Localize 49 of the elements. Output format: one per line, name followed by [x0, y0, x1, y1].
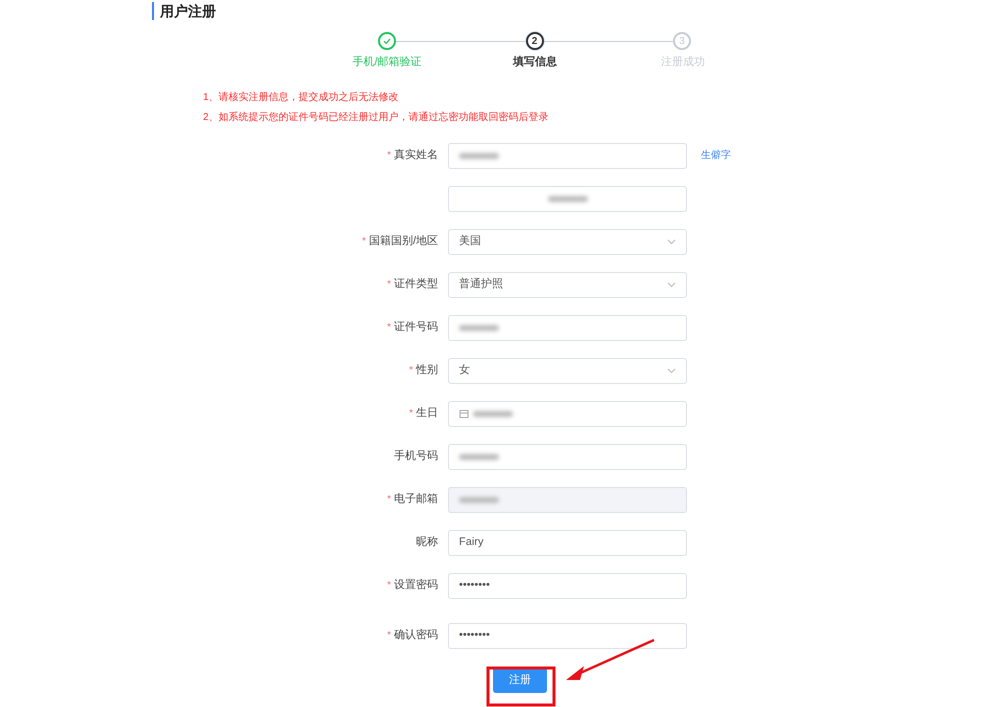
rare-character-link[interactable]: 生僻字 — [701, 148, 731, 163]
date-field[interactable] — [448, 400, 687, 426]
field-label: 生日 — [416, 406, 438, 422]
field-value: Fairy — [459, 535, 484, 550]
required-mark: * — [387, 321, 391, 335]
field-value: 普通护照 — [459, 276, 504, 292]
field-label: 设置密码 — [394, 578, 438, 594]
required-mark: * — [362, 235, 366, 249]
input-field[interactable] — [448, 142, 687, 168]
chevron-down-icon — [667, 282, 676, 288]
field-label: 证件号码 — [394, 320, 438, 336]
select-field[interactable]: 女 — [448, 358, 687, 384]
input-field[interactable] — [448, 486, 687, 512]
field-value: 美国 — [459, 234, 482, 250]
field-label: 确认密码 — [394, 628, 438, 644]
select-field[interactable]: 普通护照 — [448, 272, 687, 298]
step-label: 手机/邮箱验证 — [352, 55, 422, 70]
step-label: 填写信息 — [513, 54, 557, 70]
required-mark: * — [387, 629, 391, 643]
step-number: 2 — [526, 32, 544, 50]
field-label: 昵称 — [416, 535, 438, 550]
chevron-down-icon — [667, 368, 676, 374]
input-field[interactable]: Fairy — [448, 530, 687, 556]
required-mark: * — [409, 407, 413, 421]
required-mark: * — [387, 579, 391, 593]
required-mark: * — [387, 149, 391, 163]
input-field[interactable] — [448, 186, 687, 212]
field-value: •••••••• — [459, 578, 491, 594]
field-value: 女 — [459, 363, 471, 378]
input-field[interactable] — [448, 314, 687, 340]
input-field[interactable] — [448, 444, 687, 470]
input-field[interactable]: •••••••• — [448, 572, 687, 598]
notice-text: 2、如系统提示您的证件号码已经注册过用户，请通过忘密功能取回密码后登录 — [203, 110, 550, 124]
field-label: 性别 — [416, 363, 438, 378]
chevron-down-icon — [667, 238, 676, 244]
field-label: 真实姓名 — [394, 148, 438, 164]
calendar-icon — [459, 408, 469, 418]
notice-text: 1、请核实注册信息，提交成功之后无法修改 — [203, 90, 400, 104]
input-field[interactable]: •••••••• — [448, 622, 687, 648]
field-label: 手机号码 — [394, 449, 438, 464]
field-label: 证件类型 — [394, 277, 438, 292]
page-title: 用户注册 — [160, 2, 216, 20]
field-value: •••••••• — [459, 628, 491, 644]
required-mark: * — [387, 278, 391, 292]
field-label: 国籍国别/地区 — [368, 234, 438, 250]
field-label: 电子邮箱 — [394, 492, 438, 508]
select-field[interactable]: 美国 — [448, 228, 687, 254]
required-mark: * — [409, 364, 413, 378]
required-mark: * — [387, 493, 391, 507]
